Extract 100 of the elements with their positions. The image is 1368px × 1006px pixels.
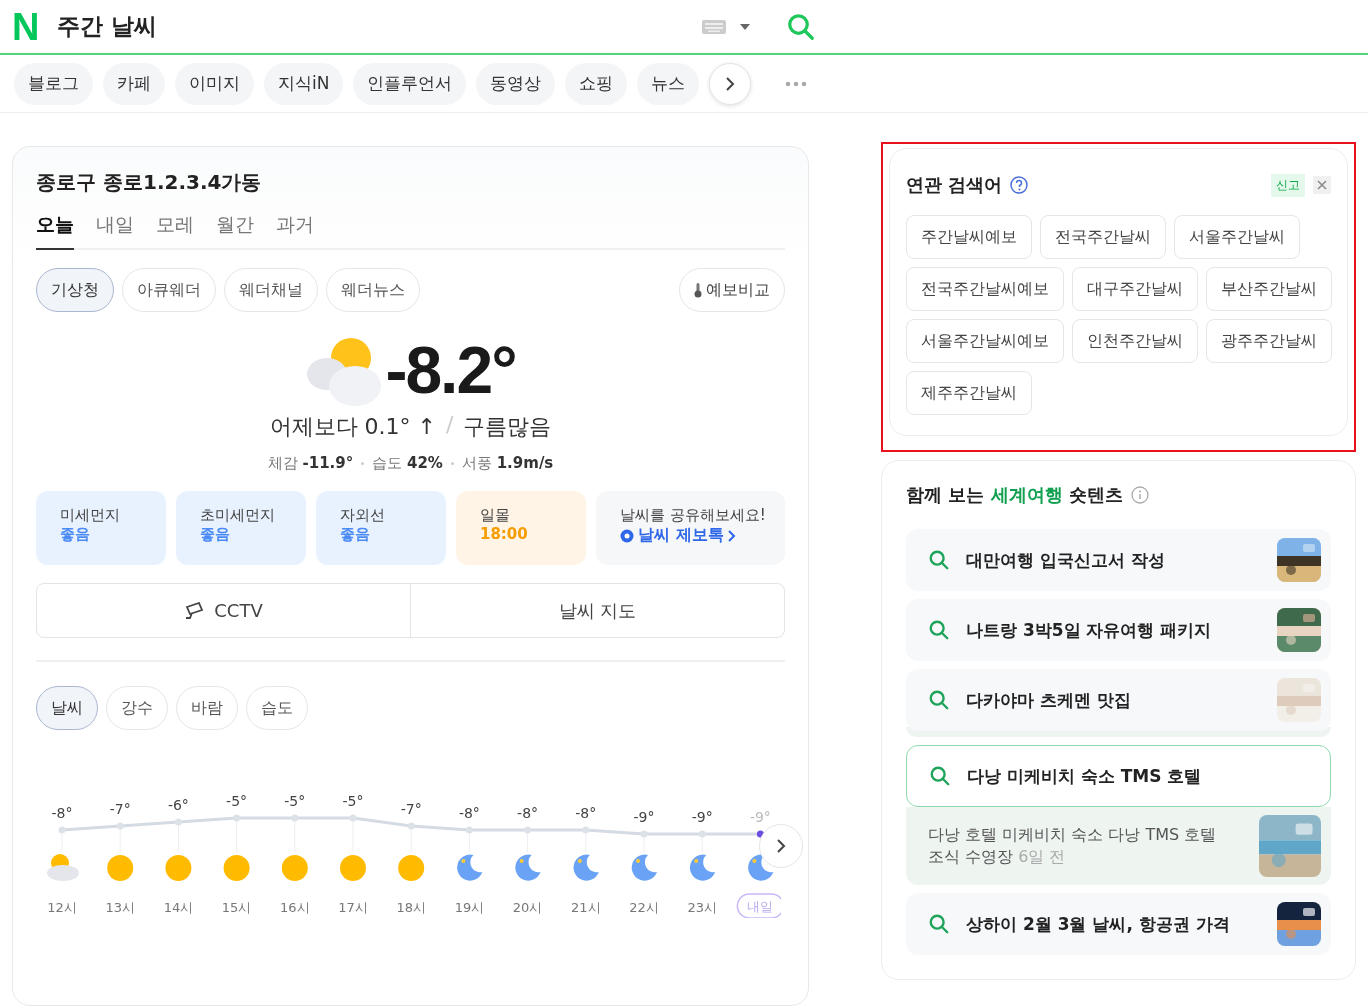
hour-label: 12시: [47, 900, 77, 915]
search-icon: [929, 765, 951, 787]
related-keyword[interactable]: 전국주간날씨: [1040, 215, 1166, 259]
more-icon[interactable]: [785, 80, 808, 87]
sun-icon: [340, 855, 366, 881]
source-tab[interactable]: 아큐웨더: [122, 268, 216, 312]
search-query[interactable]: 주간 날씨: [57, 11, 684, 42]
indicator-value: 좋음: [60, 525, 91, 544]
indicator-value: 18:00: [480, 525, 529, 543]
category-tab[interactable]: 뉴스: [637, 62, 700, 105]
tomorrow-badge: 내일: [736, 893, 781, 918]
search-icon: [928, 913, 950, 935]
indicator-card[interactable]: 미세먼지 좋음: [36, 491, 166, 565]
partly-cloudy-icon: [47, 854, 79, 881]
category-tab[interactable]: 지식iN: [264, 62, 344, 105]
temperature-label: -8°: [575, 805, 597, 821]
day-tab[interactable]: 월간: [216, 212, 254, 250]
search-icon: [928, 619, 950, 641]
moon-icon: [573, 854, 599, 881]
temperature-label: -8°: [458, 805, 480, 821]
category-tab[interactable]: 블로그: [14, 62, 93, 105]
chart-tab[interactable]: 바람: [176, 686, 238, 730]
temperature-label: -6°: [167, 797, 189, 813]
sun-icon: [165, 855, 192, 881]
weather-detail: 습도 42%: [372, 454, 443, 473]
data-point: [349, 814, 357, 822]
search-suggestion[interactable]: 대만여행 입국신고서 작성: [906, 529, 1331, 591]
hour-label: 23시: [687, 900, 717, 915]
category-tab[interactable]: 이미지: [175, 62, 254, 105]
next-button[interactable]: [759, 824, 803, 868]
related-keyword[interactable]: 전국주간날씨예보: [906, 267, 1064, 311]
search-suggestion[interactable]: 나트랑 3박5일 자유여행 패키지: [906, 599, 1331, 661]
weather-link[interactable]: 날씨 지도: [411, 584, 784, 637]
chart-tab[interactable]: 습도: [246, 686, 308, 730]
source-tab[interactable]: 웨더채널: [224, 268, 318, 312]
data-point: [465, 826, 473, 834]
moon-icon: [689, 854, 716, 881]
chart-tab[interactable]: 날씨: [36, 686, 98, 730]
temperature-label: -8°: [517, 805, 539, 821]
source-tab[interactable]: 기상청: [36, 268, 114, 312]
temperature-label: -5°: [342, 793, 364, 809]
search-icon: [786, 11, 816, 42]
related-keyword[interactable]: 부산주간날씨: [1206, 267, 1332, 311]
chart-tab[interactable]: 강수: [106, 686, 168, 730]
separator: /: [446, 412, 454, 439]
data-point: [233, 814, 241, 822]
search-suggestion[interactable]: 다카야마 츠케멘 맛집: [906, 669, 1331, 731]
category-tab[interactable]: 동영상: [476, 62, 556, 105]
moon-icon: [457, 854, 483, 881]
preview-card[interactable]: 다낭 호텔 미케비치 숙소 다낭 TMS 호텔 조식 수영장 6일 전: [906, 807, 1331, 885]
data-point: [291, 814, 299, 822]
day-tab[interactable]: 내일: [96, 212, 134, 250]
thermometer-icon: [694, 282, 702, 298]
panel-title: 함께 보는 세계여행 숏텐츠: [906, 483, 1123, 507]
report-link[interactable]: 날씨 제보톡: [620, 525, 785, 546]
help-icon[interactable]: [1010, 176, 1029, 194]
indicator-card[interactable]: 일몰 18:00: [456, 491, 586, 565]
sun-icon: [398, 855, 425, 881]
search-suggestion[interactable]: 상하이 2월 3월 날씨, 항공권 가격: [906, 893, 1331, 955]
sun-icon: [281, 855, 308, 881]
chevron-right-icon: [776, 839, 786, 853]
indicator-card[interactable]: 자외선 좋음: [316, 491, 446, 565]
indicator-label: 일몰: [480, 506, 511, 525]
info-icon[interactable]: [1130, 486, 1149, 504]
sun-icon: [223, 855, 250, 881]
source-tab[interactable]: 웨더뉴스: [326, 268, 420, 312]
hour-label: 17시: [338, 900, 368, 915]
related-keyword[interactable]: 주간날씨예보: [906, 215, 1032, 259]
caret-icon[interactable]: [740, 23, 750, 30]
day-tab[interactable]: 과거: [276, 212, 314, 250]
day-tab[interactable]: 오늘: [36, 212, 74, 250]
data-point: [524, 826, 532, 834]
related-keyword[interactable]: 광주주간날씨: [1206, 319, 1332, 363]
close-button[interactable]: [1313, 176, 1331, 194]
related-keyword[interactable]: 서울주간날씨예보: [906, 319, 1064, 363]
weather-link[interactable]: CCTV: [37, 584, 411, 637]
related-keyword[interactable]: 인천주간날씨: [1072, 319, 1198, 363]
data-point: [58, 826, 66, 834]
x-tick-label: 내일: [747, 899, 774, 914]
category-tab[interactable]: 인플루언서: [353, 62, 467, 105]
indicator-card[interactable]: 초미세먼지 좋음: [176, 491, 306, 565]
search-suggestion[interactable]: 다낭 미케비치 숙소 TMS 호텔: [906, 745, 1331, 807]
moon-icon: [748, 854, 774, 881]
related-keyword[interactable]: 서울주간날씨: [1174, 215, 1300, 259]
search-icon: [928, 689, 950, 711]
indicator-label: 자외선: [340, 506, 386, 525]
day-tab[interactable]: 모레: [156, 212, 194, 250]
data-point: [640, 830, 648, 838]
indicator-value: 좋음: [340, 525, 371, 544]
weather-detail: 서풍 1.9m/s: [461, 454, 554, 473]
category-tab[interactable]: 쇼핑: [565, 62, 628, 105]
compare-button[interactable]: 예보비교: [679, 268, 785, 312]
hour-label: 19시: [454, 900, 485, 915]
related-keyword[interactable]: 대구주간날씨: [1072, 267, 1198, 311]
hour-label: 16시: [280, 900, 310, 915]
temperature-label: -5°: [284, 793, 306, 809]
category-tab[interactable]: 카페: [103, 62, 165, 105]
related-keyword[interactable]: 제주주간날씨: [906, 371, 1032, 415]
temperature-label: -8°: [51, 805, 73, 821]
keyboard-icon[interactable]: [702, 19, 726, 34]
